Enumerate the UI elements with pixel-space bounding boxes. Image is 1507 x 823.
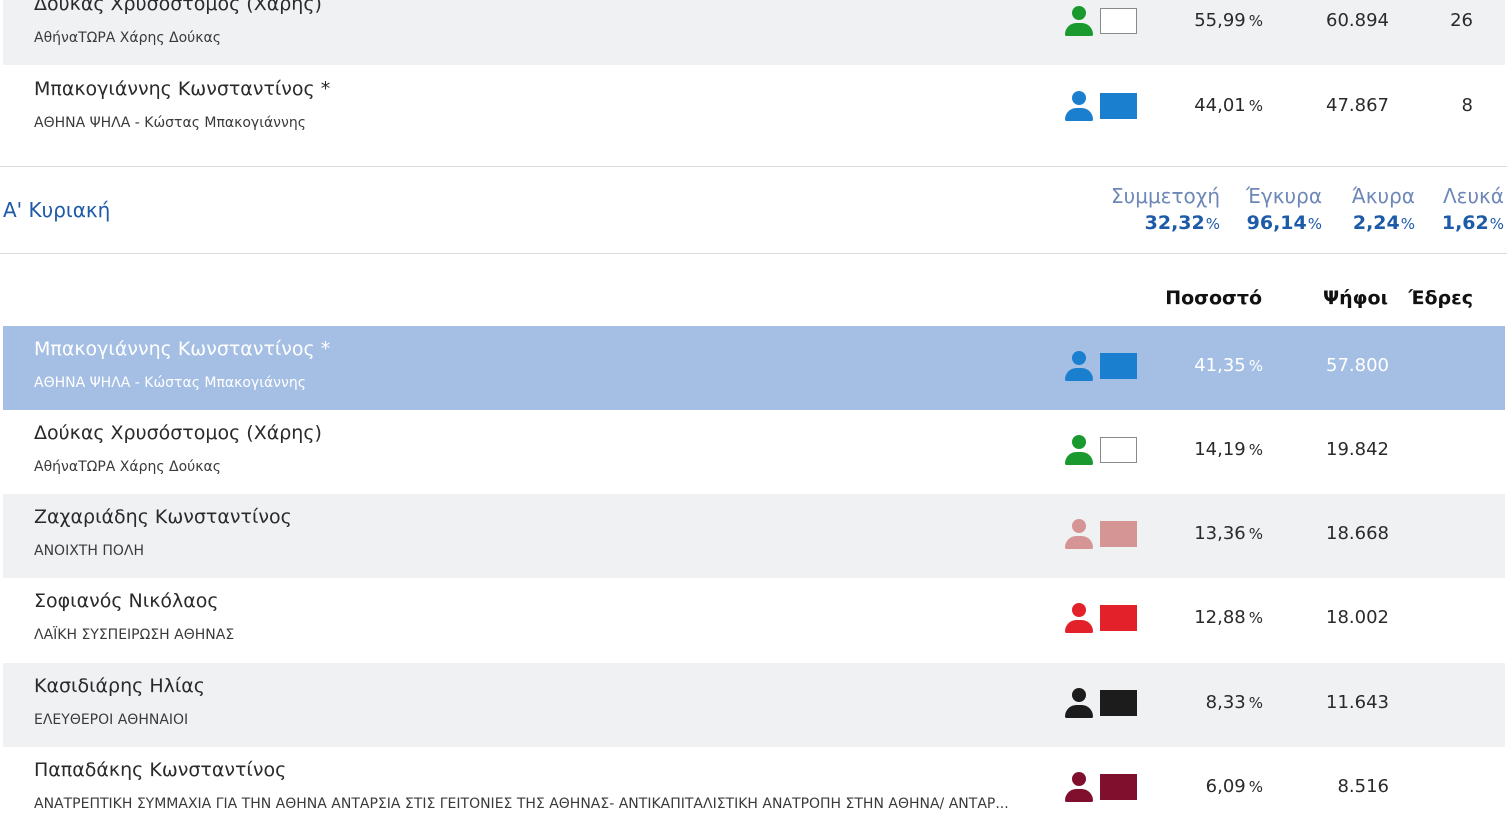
- votes-value: 18.002: [1326, 607, 1389, 628]
- turnout-stat: Συμμετοχή 32,32%: [1111, 184, 1220, 234]
- votes-value: 18.668: [1326, 523, 1389, 544]
- party-color-swatch: [1100, 774, 1137, 800]
- column-header-seats: Έδρες: [1408, 287, 1473, 309]
- candidate-row[interactable]: Ζαχαριάδης Κωνσταντίνος ΑΝΟΙΧΤΗ ΠΟΛΗ 13,…: [3, 494, 1505, 578]
- valid-stat: Έγκυρα 96,14%: [1246, 184, 1322, 234]
- blank-label: Λευκά: [1442, 184, 1504, 208]
- percent-value: 12,88%: [1194, 607, 1263, 628]
- invalid-label: Άκυρα: [1351, 184, 1415, 208]
- candidate-name: Δούκας Χρυσόστομος (Χάρης): [34, 422, 322, 444]
- party-name: ΕΛΕΥΘΕΡΟΙ ΑΘΗΝΑΙΟΙ: [34, 712, 189, 728]
- party-name: ΑΘΗΝΑ ΨΗΛΑ - Κώστας Μπακογιάννης: [34, 115, 306, 131]
- party-color-swatch: [1100, 93, 1137, 119]
- candidate-name: Μπακογιάννης Κωνσταντίνος *: [34, 338, 331, 360]
- valid-value: 96,14: [1246, 212, 1307, 234]
- party-name: ΑΘΗΝΑ ΨΗΛΑ - Κώστας Μπακογιάννης: [34, 375, 306, 391]
- person-icon: [1064, 91, 1094, 123]
- invalid-value: 2,24: [1352, 212, 1400, 234]
- party-name: ΑθήναΤΩΡΑ Χάρης Δούκας: [34, 459, 221, 475]
- candidate-name: Κασιδιάρης Ηλίας: [34, 675, 205, 697]
- votes-value: 11.643: [1326, 692, 1389, 713]
- person-icon: [1064, 435, 1094, 467]
- candidate-row[interactable]: Παπαδάκης Κωνσταντίνος ΑΝΑΤΡΕΠΤΙΚΗ ΣΥΜΜΑ…: [3, 747, 1505, 823]
- party-name: ΑΝΟΙΧΤΗ ΠΟΛΗ: [34, 543, 144, 559]
- candidate-row[interactable]: Δούκας Χρυσόστομος (Χάρης) ΑθήναΤΩΡΑ Χάρ…: [3, 410, 1505, 494]
- person-icon: [1064, 6, 1094, 38]
- party-color-swatch: [1100, 353, 1137, 379]
- percent-value: 13,36%: [1194, 523, 1263, 544]
- candidate-row[interactable]: Δούκας Χρυσόστομος (Χάρης) ΑθήναΤΩΡΑ Χάρ…: [3, 0, 1505, 65]
- candidate-row[interactable]: Μπακογιάννης Κωνσταντίνος * ΑΘΗΝΑ ΨΗΛΑ -…: [3, 326, 1505, 410]
- percent-value: 41,35%: [1194, 355, 1263, 376]
- candidate-name: Μπακογιάννης Κωνσταντίνος *: [34, 78, 331, 100]
- candidate-row[interactable]: Μπακογιάννης Κωνσταντίνος * ΑΘΗΝΑ ΨΗΛΑ -…: [3, 66, 1505, 150]
- party-name: ΛΑΪΚΗ ΣΥΣΠΕΙΡΩΣΗ ΑΘΗΝΑΣ: [34, 627, 235, 643]
- person-icon: [1064, 519, 1094, 551]
- percent-value: 14,19%: [1194, 439, 1263, 460]
- votes-value: 47.867: [1326, 95, 1389, 116]
- person-icon: [1064, 772, 1094, 804]
- round-title[interactable]: Α' Κυριακή: [3, 198, 110, 222]
- percent-value: 8,33%: [1205, 692, 1263, 713]
- blank-value: 1,62: [1441, 212, 1489, 234]
- person-icon: [1064, 603, 1094, 635]
- person-icon: [1064, 688, 1094, 720]
- percent-value: 44,01%: [1194, 95, 1263, 116]
- votes-value: 57.800: [1326, 355, 1389, 376]
- turnout-value: 32,32: [1144, 212, 1205, 234]
- candidate-name: Ζαχαριάδης Κωνσταντίνος: [34, 506, 292, 528]
- candidate-row[interactable]: Σοφιανός Νικόλαος ΛΑΪΚΗ ΣΥΣΠΕΙΡΩΣΗ ΑΘΗΝΑ…: [3, 578, 1505, 662]
- party-color-swatch: [1100, 605, 1137, 631]
- votes-value: 8.516: [1337, 776, 1389, 797]
- party-color-swatch: [1100, 8, 1137, 34]
- invalid-stat: Άκυρα 2,24%: [1351, 184, 1415, 234]
- votes-value: 60.894: [1326, 10, 1389, 31]
- seats-value: 26: [1450, 10, 1473, 31]
- section-divider: [0, 166, 1507, 167]
- turnout-label: Συμμετοχή: [1111, 184, 1220, 208]
- person-icon: [1064, 351, 1094, 383]
- candidate-name: Παπαδάκης Κωνσταντίνος: [34, 759, 287, 781]
- column-header-votes: Ψήφοι: [1323, 287, 1388, 309]
- party-name: ΑθήναΤΩΡΑ Χάρης Δούκας: [34, 30, 221, 46]
- percent-value: 55,99%: [1194, 10, 1263, 31]
- votes-value: 19.842: [1326, 439, 1389, 460]
- column-header-percent: Ποσοστό: [1165, 287, 1262, 309]
- valid-label: Έγκυρα: [1246, 184, 1322, 208]
- party-color-swatch: [1100, 521, 1137, 547]
- seats-value: 8: [1461, 95, 1473, 116]
- percent-value: 6,09%: [1205, 776, 1263, 797]
- candidate-name: Δούκας Χρυσόστομος (Χάρης): [34, 0, 322, 15]
- party-name: ΑΝΑΤΡΕΠΤΙΚΗ ΣΥΜΜΑΧΙΑ ΓΙΑ ΤΗΝ ΑΘΗΝΑ ΑΝΤΑΡ…: [34, 796, 1009, 812]
- party-color-swatch: [1100, 437, 1137, 463]
- section-divider: [0, 253, 1507, 254]
- candidate-row[interactable]: Κασιδιάρης Ηλίας ΕΛΕΥΘΕΡΟΙ ΑΘΗΝΑΙΟΙ 8,33…: [3, 663, 1505, 747]
- blank-stat: Λευκά 1,62%: [1441, 184, 1504, 234]
- party-color-swatch: [1100, 690, 1137, 716]
- candidate-name: Σοφιανός Νικόλαος: [34, 590, 219, 612]
